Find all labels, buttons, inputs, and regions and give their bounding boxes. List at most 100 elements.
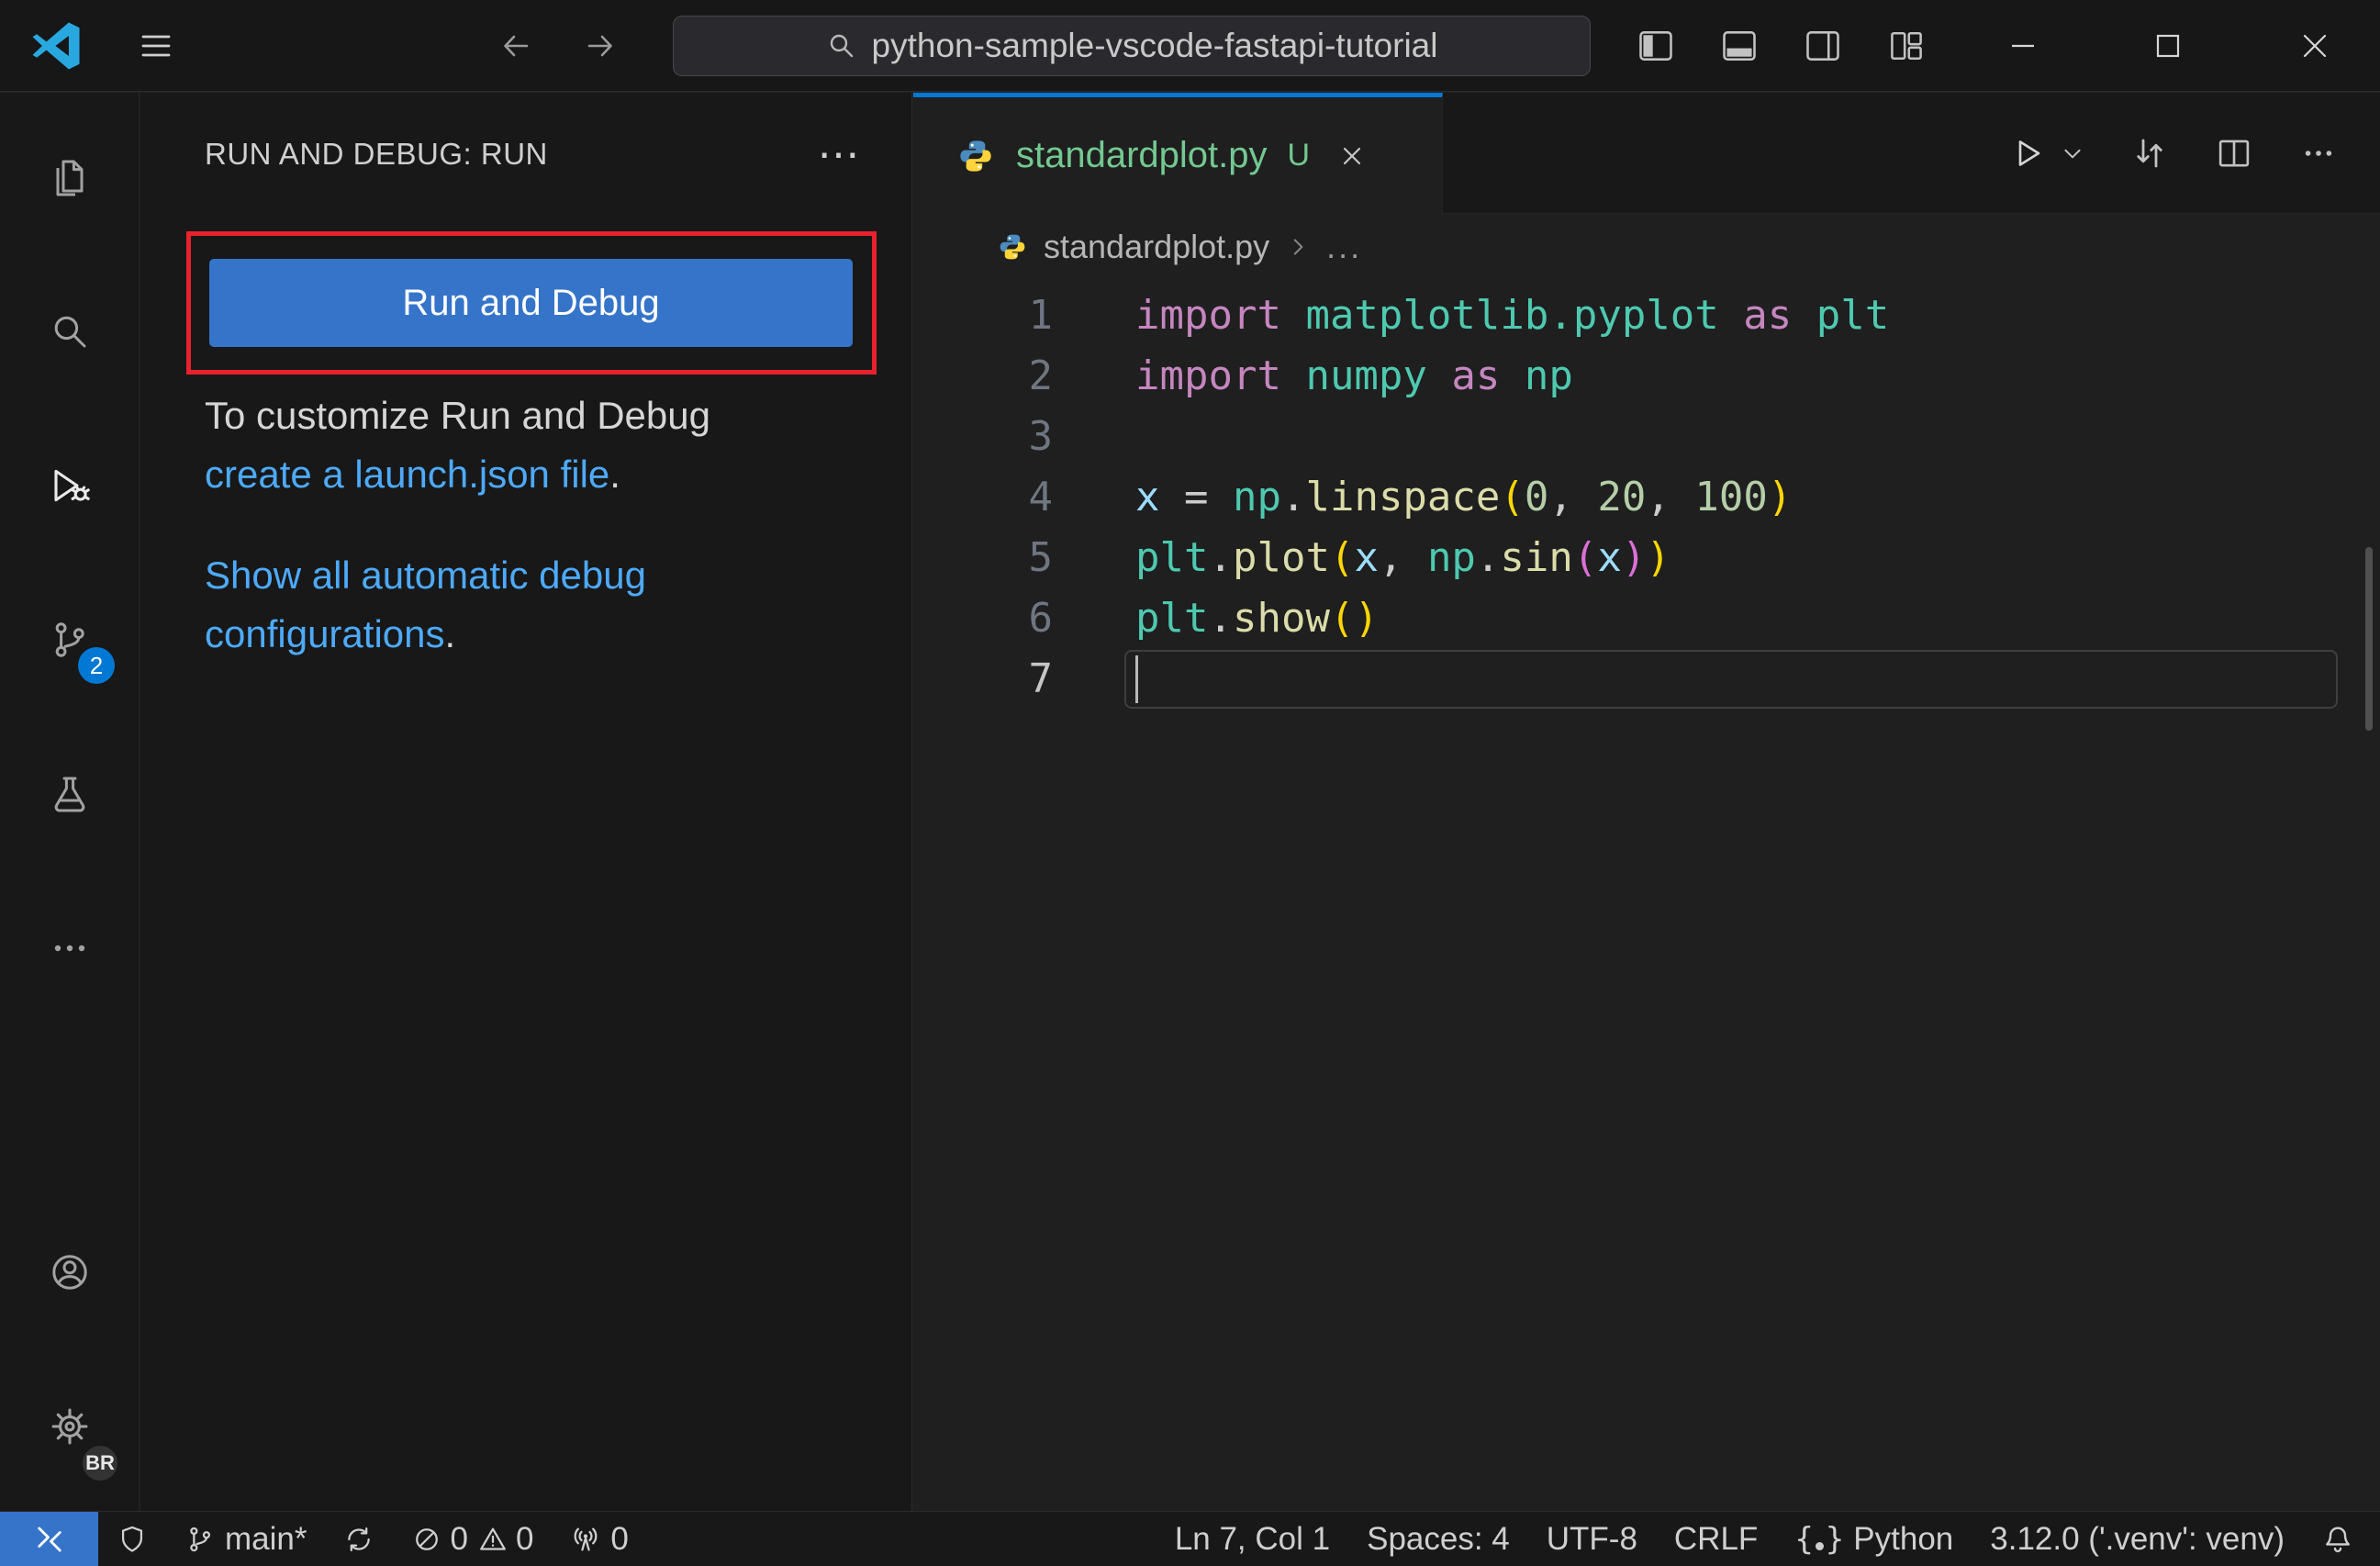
problems-indicator[interactable]: 0 0 [393, 1512, 552, 1566]
back-button[interactable] [496, 26, 536, 66]
interpreter: 3.12.0 ('.venv': venv) [1990, 1520, 2285, 1557]
maximize-button[interactable] [2148, 26, 2188, 66]
activity-more[interactable] [0, 871, 139, 1025]
search-icon [830, 34, 853, 58]
code-line[interactable]: 6 plt.show() [913, 588, 2380, 649]
notifications-button[interactable] [2303, 1512, 2380, 1566]
sync-changes-button[interactable] [325, 1512, 393, 1566]
cursor-position: Ln 7, Col 1 [1174, 1520, 1331, 1557]
code-line[interactable]: 1 import matplotlib.pyplot as plt [913, 285, 2380, 346]
line-number: 7 [1028, 655, 1054, 702]
chevron-down-icon [2064, 149, 2081, 159]
minimize-icon [2012, 44, 2034, 48]
toggle-panel-button[interactable] [1719, 26, 1760, 66]
split-editor-button[interactable] [2215, 134, 2253, 173]
forward-button[interactable] [580, 26, 620, 66]
git-branch-icon [190, 1527, 211, 1551]
more-ellipsis-icon [2305, 151, 2332, 156]
toggle-secondary-sidebar-button[interactable] [1803, 26, 1843, 66]
sidebar-title: RUN AND DEBUG: RUN [205, 137, 548, 171]
show-suffix: . [444, 612, 456, 655]
open-changes-icon [2137, 139, 2162, 168]
breadcrumb[interactable]: standardplot.py ... [913, 214, 2380, 280]
back-arrow-icon [504, 35, 529, 57]
warning-count: 0 [515, 1520, 534, 1557]
account-icon [51, 1255, 87, 1290]
split-editor-icon [2218, 140, 2250, 167]
status-bar: main* 0 0 0 Ln 7, Col 1 Spaces: 4 UTF-8 … [0, 1511, 2380, 1566]
workspace-trust-button[interactable] [98, 1512, 166, 1566]
activity-account[interactable] [0, 1195, 139, 1349]
python-file-icon [960, 140, 991, 172]
beaker-icon [54, 777, 84, 812]
line-number: 3 [1028, 413, 1054, 460]
show-configurations-link-line2[interactable]: configurations [205, 612, 445, 655]
maximize-icon [2156, 34, 2180, 58]
indentation-indicator[interactable]: Spaces: 4 [1348, 1512, 1528, 1566]
encoding-indicator[interactable]: UTF-8 [1528, 1512, 1656, 1566]
vscode-logo [29, 19, 83, 73]
code-line[interactable]: 7 [913, 649, 2380, 710]
toggle-sidebar-icon [1639, 31, 1672, 61]
cursor-position-indicator[interactable]: Ln 7, Col 1 [1156, 1512, 1348, 1566]
minimize-button[interactable] [2003, 26, 2043, 66]
current-line-highlight [1124, 650, 2338, 709]
python-interpreter-indicator[interactable]: 3.12.0 ('.venv': venv) [1972, 1512, 2303, 1566]
remote-indicator[interactable] [0, 1512, 98, 1566]
sidebar-more-actions[interactable]: ⋯ [818, 133, 861, 175]
profile-badge: BR [80, 1443, 120, 1483]
menu-icon [141, 35, 171, 57]
activity-run-and-debug[interactable] [0, 408, 139, 563]
close-button[interactable] [2295, 26, 2335, 66]
code-line[interactable]: 2 import numpy as np [913, 346, 2380, 407]
encoding: UTF-8 [1546, 1520, 1637, 1557]
error-count: 0 [450, 1520, 468, 1557]
run-python-file-button[interactable] [2011, 135, 2084, 172]
activity-testing[interactable] [0, 717, 139, 871]
tab-close-button[interactable] [1337, 141, 1367, 171]
line-number: 5 [1028, 534, 1054, 581]
command-center-search[interactable]: python-sample-vscode-fastapi-tutorial [673, 16, 1591, 76]
run-and-debug-button[interactable]: Run and Debug [209, 259, 853, 347]
code-area[interactable]: 1 import matplotlib.pyplot as plt 2 import … [913, 280, 2380, 1511]
tab-standardplot[interactable]: standardplot.py U [913, 93, 1443, 214]
show-configurations-link-line1[interactable]: Show all automatic debug [205, 554, 646, 597]
scrollbar-thumb[interactable] [2365, 547, 2373, 731]
forward-arrow-icon [587, 35, 612, 57]
launch-json-link[interactable]: create a launch.json file [205, 453, 609, 496]
activity-explorer[interactable] [0, 100, 139, 254]
breadcrumb-more[interactable]: ... [1326, 228, 1362, 266]
code-line[interactable]: 3 [913, 407, 2380, 467]
eol-indicator[interactable]: CRLF [1656, 1512, 1776, 1566]
code-line[interactable]: 4 x = np.linspace(0, 20, 100) [913, 467, 2380, 528]
code-line[interactable]: 5 plt.plot(x, np.sin(x)) [913, 528, 2380, 588]
remote-icon [37, 1527, 61, 1551]
ports-count: 0 [610, 1520, 629, 1557]
editor-more-actions-button[interactable] [2299, 134, 2338, 173]
open-changes-button[interactable] [2130, 134, 2169, 173]
files-icon [56, 160, 83, 196]
tab-bar: standardplot.py U [913, 93, 2380, 214]
source-control-badge: 2 [78, 647, 115, 684]
line-number: 4 [1028, 474, 1054, 520]
indentation: Spaces: 4 [1367, 1520, 1510, 1557]
customize-text: To customize Run and Debug create a laun… [205, 386, 866, 504]
eol: CRLF [1673, 1520, 1759, 1557]
customize-suffix: . [609, 453, 620, 496]
breadcrumb-file[interactable]: standardplot.py [1044, 228, 1269, 266]
vscode-logo-icon [32, 22, 80, 70]
radio-tower-icon [575, 1527, 598, 1550]
activity-settings[interactable]: BR [0, 1349, 139, 1504]
git-branch-indicator[interactable]: main* [166, 1512, 325, 1566]
activity-source-control[interactable]: 2 [0, 563, 139, 717]
toggle-sidebar-button[interactable] [1636, 26, 1676, 66]
language-mode-indicator[interactable]: {} Python [1776, 1512, 1972, 1566]
code-text: import numpy as np [1135, 352, 1573, 399]
bell-icon [2326, 1527, 2350, 1552]
ports-indicator[interactable]: 0 [552, 1512, 646, 1566]
activity-search[interactable] [0, 254, 139, 408]
customize-layout-button[interactable] [1886, 26, 1927, 66]
menu-button[interactable] [136, 26, 176, 66]
language-mode: Python [1853, 1520, 1954, 1557]
toggle-secondary-sidebar-icon [1806, 31, 1839, 61]
